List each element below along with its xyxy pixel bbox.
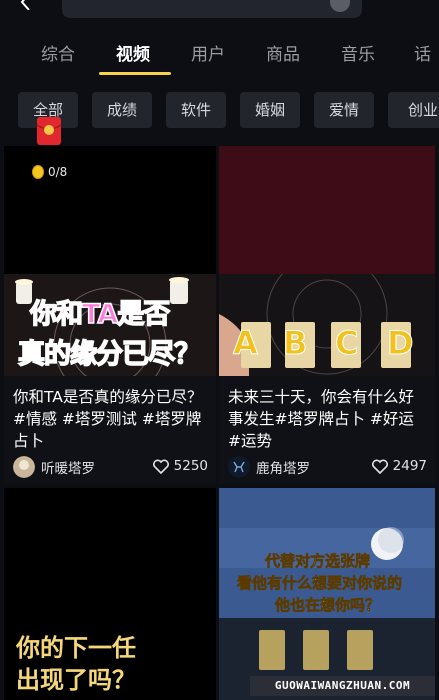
tab-music[interactable]: 音乐 [341,40,375,65]
author-name[interactable]: 鹿角塔罗 [256,457,310,477]
tab-video[interactable]: 视频 [116,40,150,65]
thumbnail-overlay-line2: 真的缘分已尽？ [17,338,202,371]
coin-counter-text: 0/8 [48,165,68,179]
coin-icon [32,165,44,179]
video-title: 未来三十天，你会有什么好事发生#塔罗牌占卜 #好运 #运势 [228,388,415,450]
likes-info: 2497 [371,458,427,474]
avatar[interactable] [13,456,35,478]
top-bar [0,0,439,28]
thumbnail-overlay-line1: 代替对方选张牌 [265,552,371,571]
card-letter-d: D [387,324,415,363]
author-info: 鹿角塔罗 [228,456,310,478]
card-letter-a: A [233,324,259,363]
watermark: GUOWAIWANGZHUAN.COM [250,676,435,696]
tab-general[interactable]: 综合 [41,40,75,65]
heart-icon[interactable] [371,459,388,474]
chip-software[interactable]: 软件 [166,92,226,128]
heart-icon[interactable] [152,459,169,474]
tab-users[interactable]: 用户 [191,40,225,65]
chip-startup[interactable]: 创业 [388,92,439,128]
video-card-4[interactable]: 代替对方选张牌 看他有什么想要对你说的 他也在想你吗？ [219,488,435,700]
video-title: 你和TA是否真的缘分已尽？#情感 #塔罗测试 #塔罗牌占卜 [13,388,203,450]
back-arrow-icon[interactable] [18,0,34,10]
thumbnail-overlay-line1: 你和TA是否 [29,298,171,331]
author-name[interactable]: 听暖塔罗 [41,457,95,477]
video-thumbnail: 你和TA是否 真的缘分已尽？ [4,274,216,376]
chip-marriage[interactable]: 婚姻 [240,92,300,128]
avatar[interactable] [228,456,250,478]
video-thumbnail: A B C D [219,274,435,376]
result-tabs: 综合 视频 用户 商品 音乐 话 [0,28,439,78]
tab-topics[interactable]: 话 [414,40,431,65]
thumbnail-overlay-line2: 看他有什么想要对你说的 [237,574,403,593]
author-info: 听暖塔罗 [13,456,95,478]
chip-love[interactable]: 爱情 [314,92,374,128]
active-tab-indicator [99,72,171,75]
video-card-1[interactable]: 0/8 你和TA是否 真的缘分已尽？ 你和TA是否真的缘分已尽？#情感 #塔罗测… [4,146,216,484]
tab-products[interactable]: 商品 [266,40,300,65]
video-card-3[interactable]: 你的下一任 出现了吗？ [4,488,216,700]
like-count: 5250 [173,458,208,474]
likes-info: 5250 [152,458,208,474]
thumbnail-overlay-line3: 他也在想你吗？ [275,596,381,615]
card-letter-b: B [282,324,308,363]
card-info: 你和TA是否真的缘分已尽？#情感 #塔罗测试 #塔罗牌占卜 听暖塔罗 5250 [4,376,216,484]
filter-chips: 全部 成绩 软件 婚姻 爱情 创业 [0,88,439,134]
like-count: 2497 [392,458,427,474]
red-packet-icon[interactable] [36,116,62,146]
coin-counter: 0/8 [32,163,67,181]
video-card-2[interactable]: A B C D 未来三十天，你会有什么好事发生#塔罗牌占卜 #好运 #运势 鹿角… [219,146,435,484]
thumbnail-overlay-line1: 你的下一任 [16,634,136,662]
card-letter-c: C [334,324,359,363]
card-info: 未来三十天，你会有什么好事发生#塔罗牌占卜 #好运 #运势 鹿角塔罗 2497 [219,376,435,484]
search-input[interactable] [62,0,362,18]
chip-grades[interactable]: 成绩 [92,92,152,128]
thumbnail-overlay-line2: 出现了吗？ [16,666,136,694]
